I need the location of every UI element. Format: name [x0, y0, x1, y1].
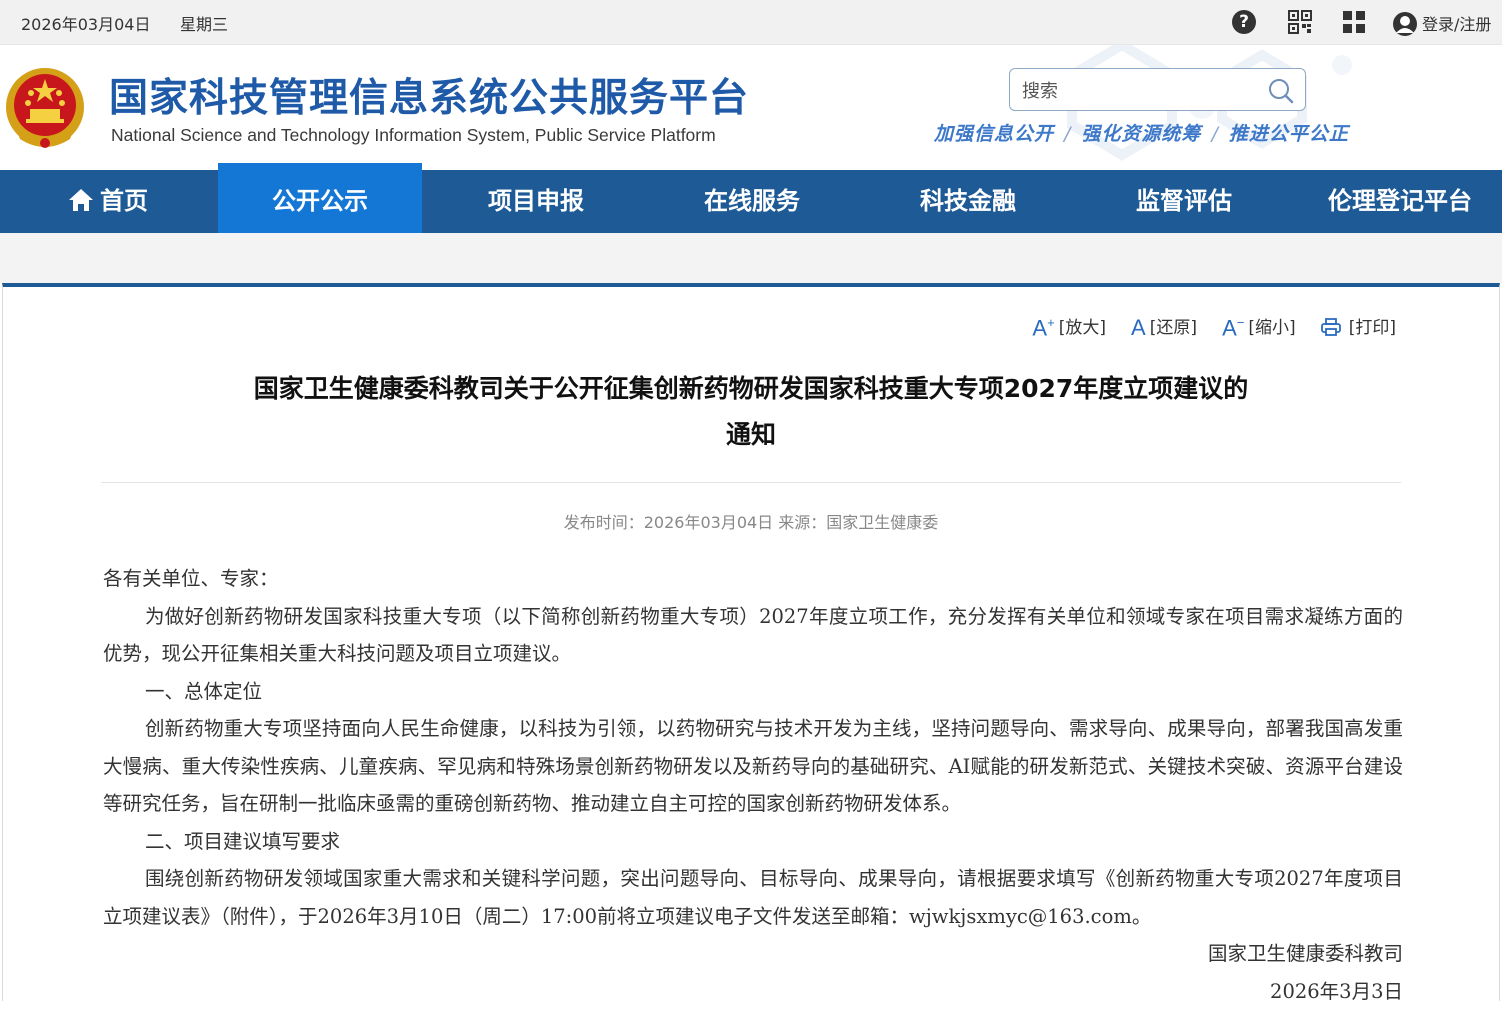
enlarge-font-button[interactable]: A+[放大] — [1032, 313, 1106, 341]
shrink-font-button[interactable]: A−[缩小] — [1222, 313, 1296, 341]
home-icon — [68, 188, 94, 212]
nav-item-ethics-registration[interactable]: 伦理登记平台 — [1298, 170, 1502, 233]
signature-org: 国家卫生健康委科教司 — [103, 935, 1403, 973]
site-header: 国家科技管理信息系统公共服务平台 National Science and Te… — [0, 45, 1502, 170]
current-weekday: 星期三 — [180, 11, 228, 35]
article-salutation: 各有关单位、专家： — [103, 560, 1403, 598]
slogan-item: 推进公平公正 — [1229, 123, 1349, 145]
section-heading: 一、总体定位 — [103, 673, 1403, 711]
print-icon — [1321, 318, 1341, 336]
nav-item-label: 监督评估 — [1136, 187, 1232, 215]
top-bar: 2026年03月04日 星期三 ? 登录/注册 — [0, 0, 1502, 45]
breadcrumb-strip — [0, 233, 1502, 283]
help-icon[interactable]: ? — [1232, 10, 1256, 34]
article-title-line: 通知 — [160, 412, 1342, 458]
main-nav: 首页 公开公示 项目申报 在线服务 科技金融 监督评估 伦理登记平台 — [0, 170, 1502, 233]
site-subtitle: National Science and Technology Informat… — [111, 125, 716, 146]
nav-item-label: 首页 — [100, 187, 148, 215]
title-divider — [101, 482, 1401, 483]
nav-item-label: 科技金融 — [920, 187, 1016, 215]
article-body: 各有关单位、专家： 为做好创新药物研发国家科技重大专项（以下简称创新药物重大专项… — [103, 560, 1403, 1010]
national-emblem — [4, 65, 86, 151]
nav-item-tech-finance[interactable]: 科技金融 — [862, 170, 1074, 233]
header-slogan: 加强信息公开 / 强化资源统筹 / 推进公平公正 — [934, 119, 1349, 146]
nav-item-home[interactable]: 首页 — [0, 170, 216, 233]
current-date: 2026年03月04日 — [21, 11, 150, 35]
nav-item-public-notice[interactable]: 公开公示 — [218, 163, 422, 238]
reset-label: [还原] — [1150, 318, 1197, 338]
nav-item-online-services[interactable]: 在线服务 — [646, 170, 858, 233]
section-heading: 二、项目建议填写要求 — [103, 823, 1403, 861]
search-icon[interactable] — [1267, 77, 1295, 105]
site-title[interactable]: 国家科技管理信息系统公共服务平台 — [109, 67, 749, 123]
article-title: 国家卫生健康委科教司关于公开征集创新药物研发国家科技重大专项2027年度立项建议… — [160, 366, 1342, 458]
nav-item-supervision[interactable]: 监督评估 — [1078, 170, 1290, 233]
search-box — [1009, 68, 1306, 111]
slogan-separator: / — [1064, 123, 1071, 145]
signature-date: 2026年3月3日 — [103, 973, 1403, 1010]
apps-grid-icon[interactable] — [1342, 10, 1366, 34]
article-meta: 发布时间：2026年03月04日 来源：国家卫生健康委 — [0, 509, 1502, 533]
nav-item-label: 在线服务 — [704, 187, 800, 215]
nav-item-label: 项目申报 — [488, 187, 584, 215]
font-tools: A+[放大] A[还原] A−[缩小] [打印] — [1012, 313, 1396, 339]
article-paragraph: 创新药物重大专项坚持面向人民生命健康，以科技为引领，以药物研究与技术开发为主线，… — [103, 710, 1403, 823]
font-shrink-icon: A− — [1222, 315, 1244, 341]
slogan-item: 强化资源统筹 — [1081, 123, 1201, 145]
shrink-label: [缩小] — [1248, 318, 1295, 338]
article-paragraph: 为做好创新药物研发国家科技重大专项（以下简称创新药物重大专项）2027年度立项工… — [103, 598, 1403, 673]
enlarge-label: [放大] — [1059, 318, 1106, 338]
slogan-item: 加强信息公开 — [934, 123, 1054, 145]
article-paragraph: 围绕创新药物研发领域国家重大需求和关键科学问题，突出问题导向、目标导向、成果导向… — [103, 860, 1403, 935]
print-button[interactable]: [打印] — [1321, 313, 1396, 338]
reset-font-button[interactable]: A[还原] — [1131, 313, 1197, 341]
search-input[interactable] — [1020, 77, 1254, 105]
slogan-separator: / — [1211, 123, 1218, 145]
nav-item-label: 伦理登记平台 — [1328, 187, 1472, 215]
article-title-line: 国家卫生健康委科教司关于公开征集创新药物研发国家科技重大专项2027年度立项建议… — [160, 366, 1342, 412]
nav-item-project-application[interactable]: 项目申报 — [430, 170, 642, 233]
user-icon[interactable] — [1392, 11, 1418, 37]
print-label: [打印] — [1349, 318, 1396, 338]
font-reset-icon: A — [1131, 315, 1146, 341]
nav-item-label: 公开公示 — [272, 187, 368, 215]
qr-code-icon[interactable] — [1288, 10, 1312, 34]
login-register-link[interactable]: 登录/注册 — [1422, 11, 1491, 35]
font-enlarge-icon: A+ — [1032, 315, 1054, 341]
